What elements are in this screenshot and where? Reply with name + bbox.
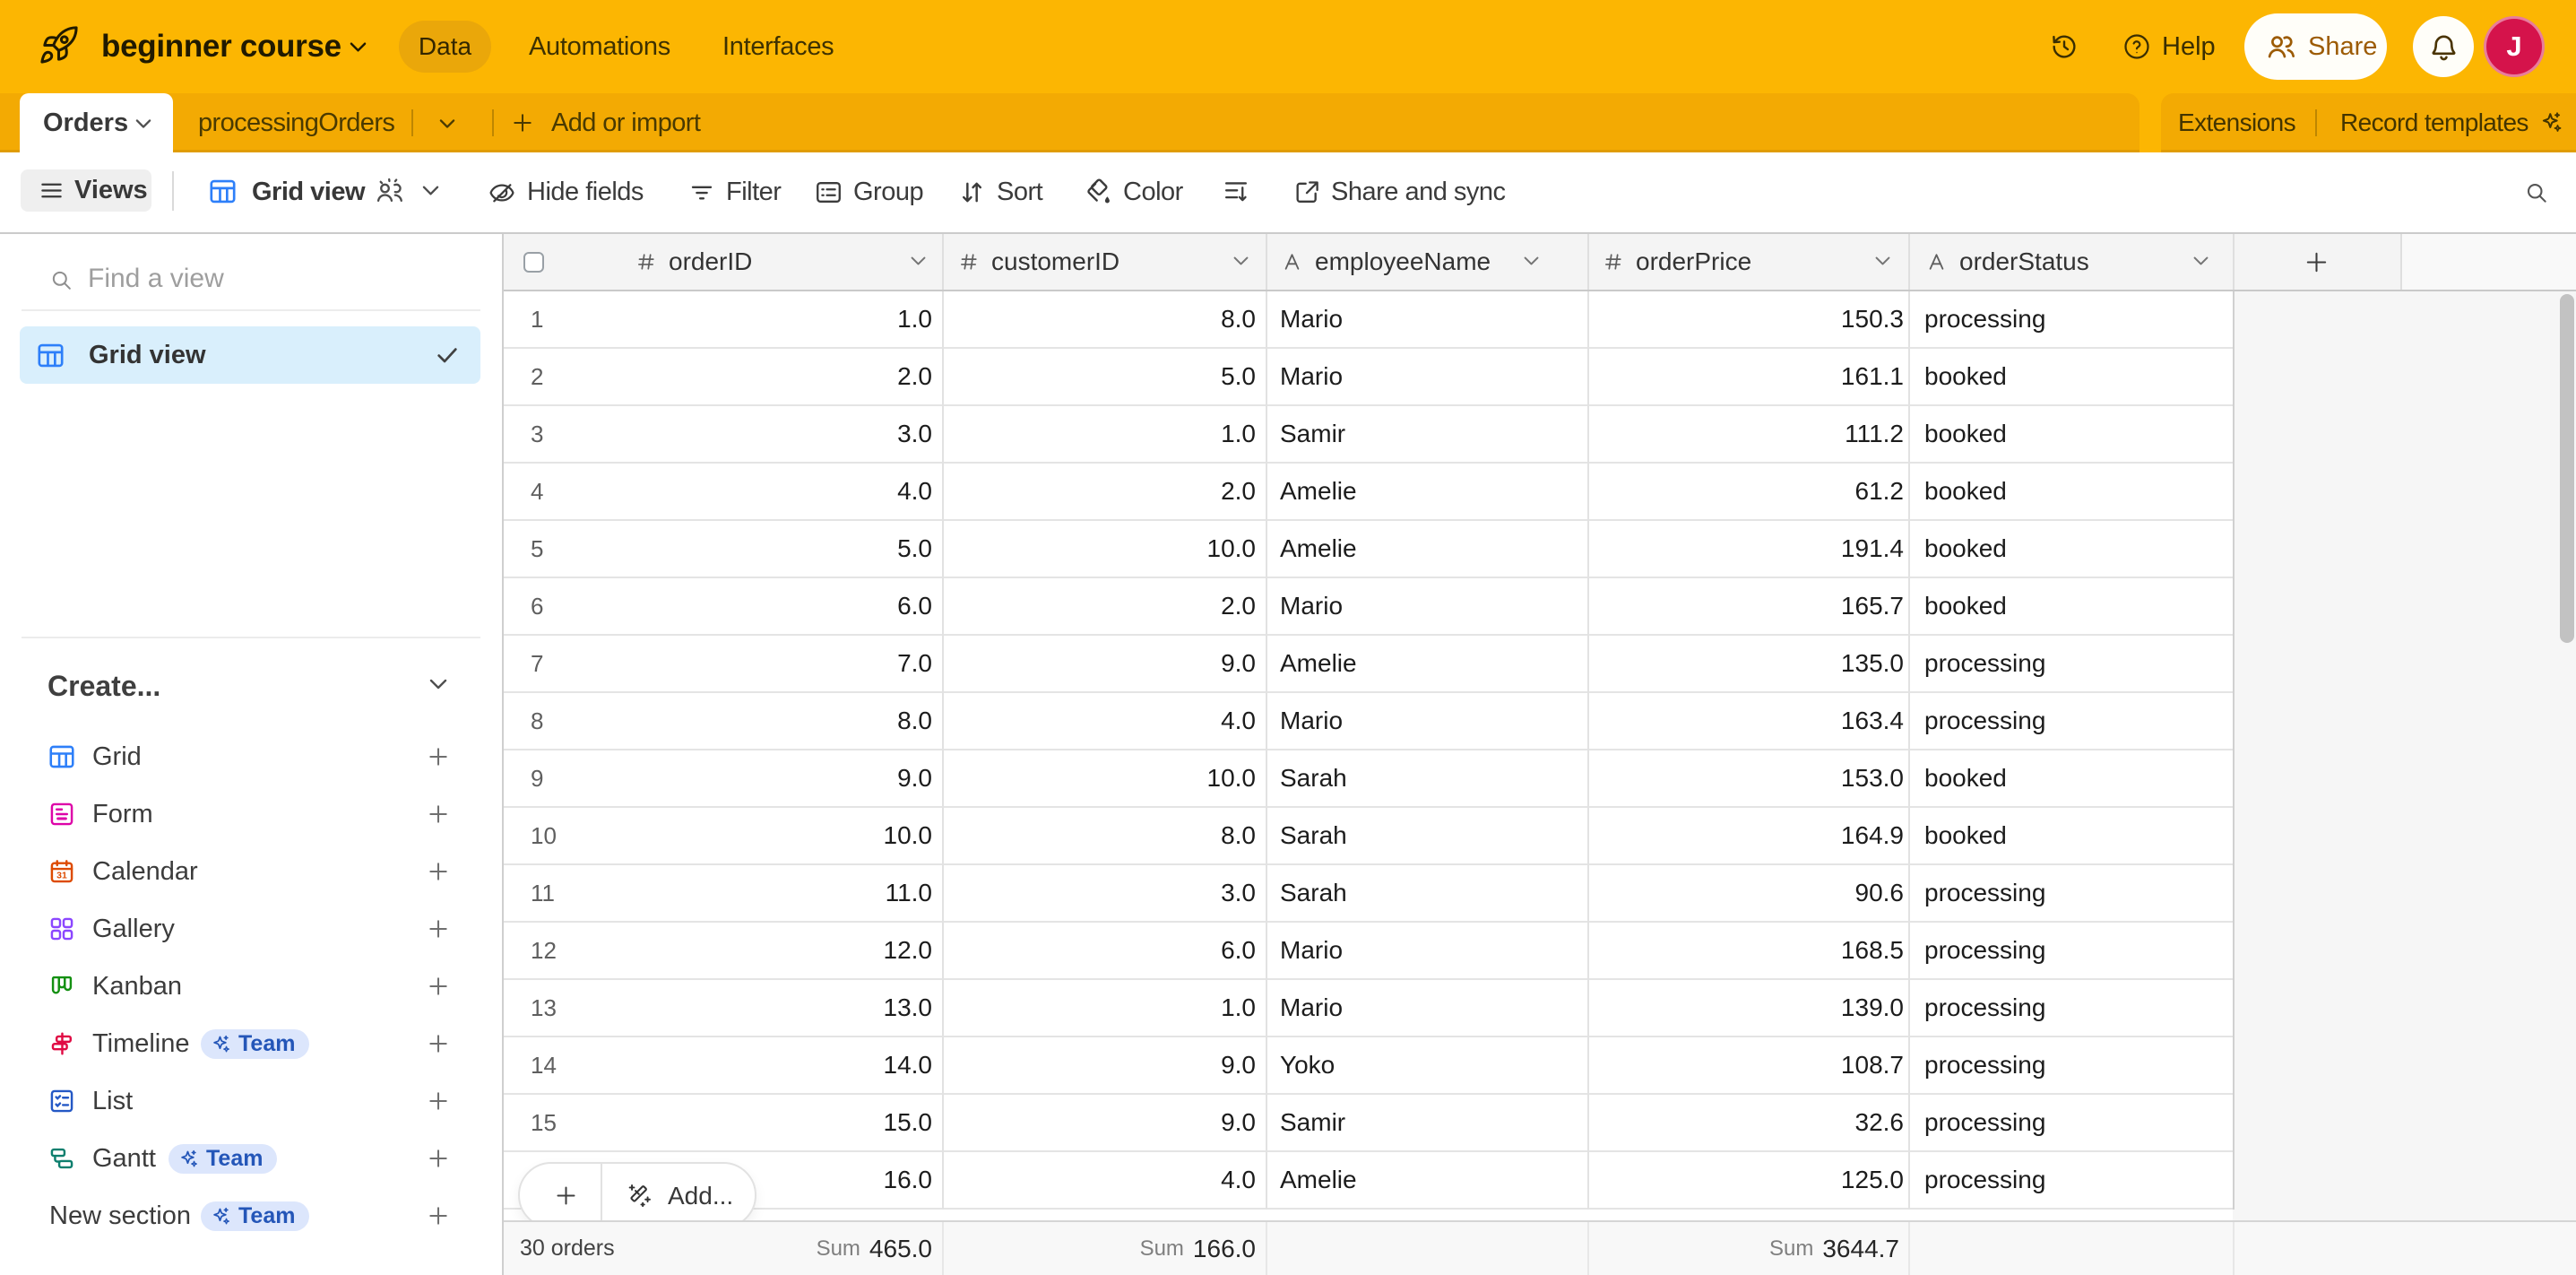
svg-text:31: 31 [56, 871, 67, 881]
